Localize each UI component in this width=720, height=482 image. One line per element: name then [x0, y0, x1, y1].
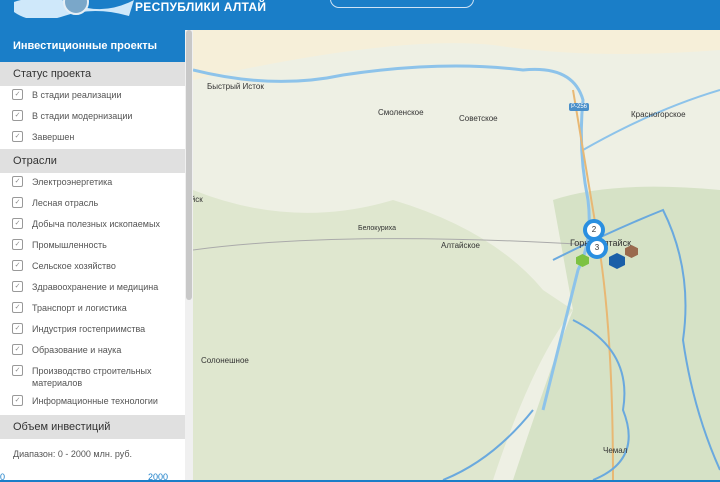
- checkbox[interactable]: ✓: [12, 344, 23, 355]
- checkbox[interactable]: ✓: [12, 131, 23, 142]
- branch-item[interactable]: ✓ Электроэнергетика: [0, 173, 185, 194]
- map-label: Советское: [459, 114, 498, 123]
- checkbox[interactable]: ✓: [12, 89, 23, 100]
- item-label: Производство строительных материалов: [32, 366, 152, 388]
- scrollbar-thumb[interactable]: [186, 30, 192, 300]
- section-status[interactable]: Статус проекта: [0, 62, 185, 86]
- status-item[interactable]: ✓ В стадии реализации: [0, 86, 185, 107]
- item-label: Добыча полезных ископаемых: [32, 219, 160, 229]
- checkbox[interactable]: ✓: [12, 260, 23, 271]
- branch-item[interactable]: ✓ Информационные технологии: [0, 392, 185, 413]
- section-investment[interactable]: Объем инвестиций: [0, 415, 185, 439]
- map-label: Красногорское: [631, 110, 686, 119]
- branch-item[interactable]: ✓ Транспорт и логистика: [0, 299, 185, 320]
- map-label: Бийск: [193, 195, 203, 204]
- branch-item[interactable]: ✓ Сельское хозяйство: [0, 257, 185, 278]
- item-label: Образование и наука: [32, 345, 122, 355]
- branch-item[interactable]: ✓ Лесная отрасль: [0, 194, 185, 215]
- logo: [14, 0, 134, 18]
- branch-item[interactable]: ✓ Производство строительных материалов: [0, 362, 185, 392]
- checkbox[interactable]: ✓: [12, 218, 23, 229]
- item-label: В стадии реализации: [32, 90, 122, 100]
- branch-item[interactable]: ✓ Добыча полезных ископаемых: [0, 215, 185, 236]
- header-search-button[interactable]: [330, 0, 474, 8]
- branch-item[interactable]: ✓ Индустрия гостеприимства: [0, 320, 185, 341]
- sidebar-title[interactable]: Инвестиционные проекты: [0, 30, 185, 62]
- section-branches[interactable]: Отрасли: [0, 149, 185, 173]
- range-max[interactable]: 2000: [148, 472, 168, 482]
- map-label: Белокуриха: [358, 225, 396, 232]
- range-text: Диапазон: 0 - 2000 млн. руб.: [13, 449, 133, 459]
- map[interactable]: Быстрый Исток Смоленское Советское Красн…: [193, 30, 720, 480]
- road-number-label: Р-256: [569, 103, 590, 111]
- checkbox[interactable]: ✓: [12, 323, 23, 334]
- item-label: Лесная отрасль: [32, 198, 99, 208]
- branch-item[interactable]: ✓ Образование и наука: [0, 341, 185, 362]
- brand-title: РЕСПУБЛИКИ АЛТАЙ: [135, 0, 267, 14]
- branch-item[interactable]: ✓ Промышленность: [0, 236, 185, 257]
- item-label: В стадии модернизации: [32, 111, 133, 121]
- checkbox[interactable]: ✓: [12, 281, 23, 292]
- sidebar: Инвестиционные проекты Статус проекта ✓ В…: [0, 30, 185, 480]
- item-label: Информационные технологии: [32, 396, 158, 406]
- map-label: Смоленское: [378, 108, 424, 117]
- map-label: Чемал: [603, 446, 628, 455]
- checkbox[interactable]: ✓: [12, 197, 23, 208]
- map-label: Быстрый Исток: [207, 82, 264, 91]
- status-item[interactable]: ✓ В стадии модернизации: [0, 107, 185, 128]
- item-label: Промышленность: [32, 240, 107, 250]
- checkbox[interactable]: ✓: [12, 110, 23, 121]
- header: РЕСПУБЛИКИ АЛТАЙ: [0, 0, 720, 30]
- branch-item[interactable]: ✓ Здравоохранение и медицина: [0, 278, 185, 299]
- status-item[interactable]: ✓ Завершен: [0, 128, 185, 149]
- map-label: Алтайское: [441, 241, 480, 250]
- item-label: Транспорт и логистика: [32, 303, 127, 313]
- item-label: Электроэнергетика: [32, 177, 113, 187]
- checkbox[interactable]: ✓: [12, 302, 23, 313]
- item-label: Сельское хозяйство: [32, 261, 116, 271]
- item-label: Индустрия гостеприимства: [32, 324, 146, 334]
- checkbox[interactable]: ✓: [12, 365, 23, 376]
- range-min[interactable]: 0: [0, 472, 5, 482]
- checkbox[interactable]: ✓: [12, 239, 23, 250]
- map-label: Солонешное: [201, 356, 249, 365]
- item-label: Завершен: [32, 132, 75, 142]
- checkbox[interactable]: ✓: [12, 176, 23, 187]
- item-label: Здравоохранение и медицина: [32, 282, 159, 292]
- cluster-marker[interactable]: 3: [586, 237, 608, 259]
- checkbox[interactable]: ✓: [12, 395, 23, 406]
- map-background: [193, 30, 720, 480]
